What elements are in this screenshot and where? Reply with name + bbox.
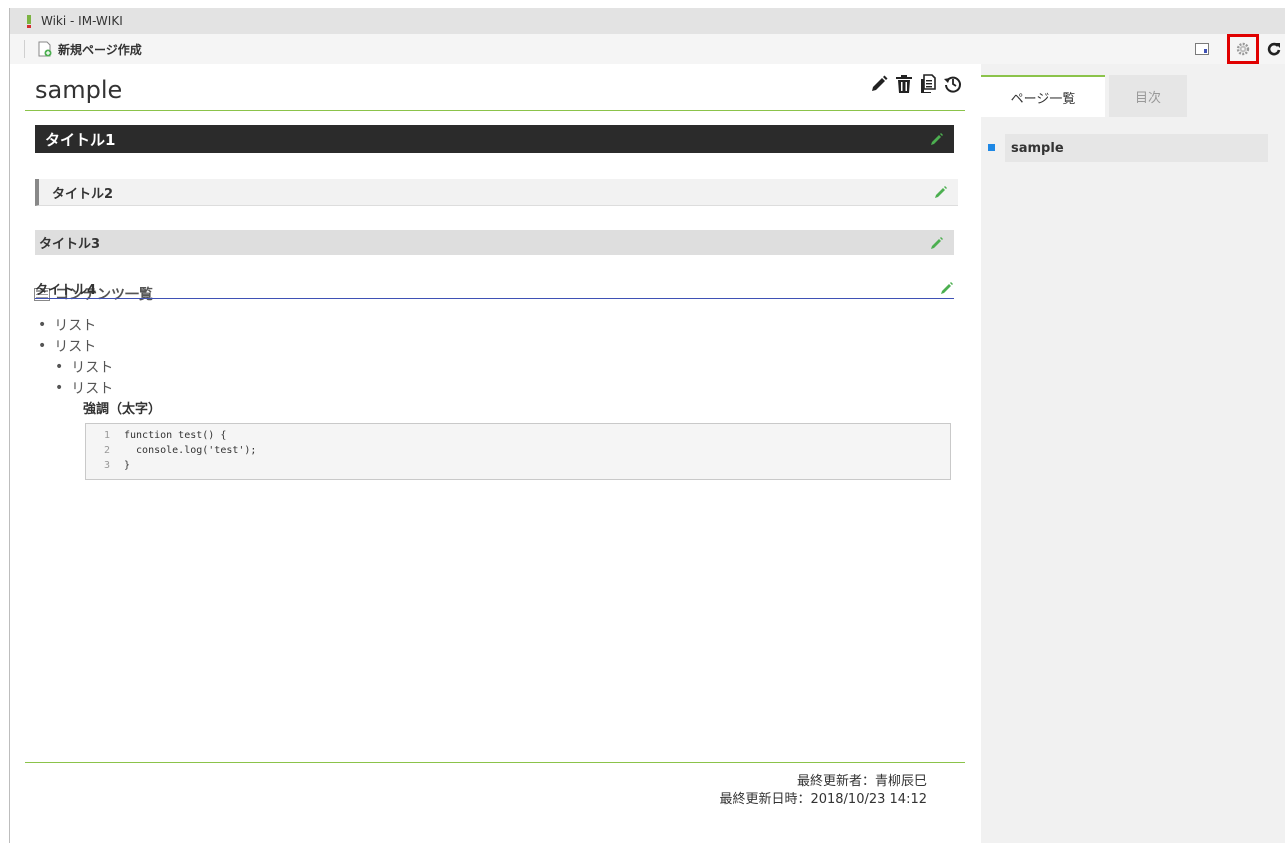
edit-heading-4-button[interactable] [940, 281, 954, 295]
heading-3-text: タイトル3 [39, 237, 101, 252]
trash-icon [896, 75, 912, 93]
window-border [9, 8, 10, 843]
edit-page-button[interactable] [869, 74, 889, 94]
heading-3: タイトル3 [35, 230, 954, 255]
delete-page-button[interactable] [895, 74, 913, 94]
list-item: • リスト [38, 337, 97, 355]
page-header: sample [25, 74, 965, 111]
code-text: } [124, 460, 131, 471]
app-icon [27, 15, 31, 28]
list-item-text: リスト [54, 317, 97, 334]
edit-heading-3-button[interactable] [930, 236, 944, 250]
new-page-icon [38, 41, 52, 57]
heading-2: タイトル2 [35, 179, 958, 206]
new-page-label: 新規ページ作成 [58, 42, 142, 57]
toolbar-right [1195, 34, 1285, 64]
pencil-icon [935, 186, 947, 198]
page-list-item-label: sample [1011, 140, 1064, 156]
window-title: Wiki - IM-WIKI [41, 14, 123, 28]
tab-toc[interactable]: 目次 [1109, 75, 1187, 117]
heading-1-text: タイトル1 [45, 130, 116, 149]
main-content: sample タイトル1 タイトル2 タイトル3 タイトル4 • リスト • リ… [25, 64, 965, 843]
heading-4: タイトル4 [35, 278, 954, 299]
gear-icon [1236, 42, 1250, 56]
panel-toggle-icon [1195, 43, 1209, 55]
toolbar-divider [24, 40, 25, 58]
page-actions [869, 74, 963, 94]
code-text: function test() { [124, 430, 227, 441]
bold-text: 強調（太字） [83, 402, 162, 417]
sidebar-tabs: ページ一覧 目次 [981, 75, 1285, 117]
code-line: 3 } [86, 458, 950, 473]
heading-2-text: タイトル2 [52, 186, 114, 202]
list-item: • リスト [38, 316, 97, 334]
list-item-text: リスト [54, 338, 97, 355]
history-icon [944, 76, 961, 93]
refresh-icon [1267, 42, 1281, 56]
pencil-icon [872, 75, 888, 91]
pencil-icon [941, 282, 953, 294]
toolbar: コンテンツ一覧 新規ページ作成 [10, 34, 1285, 303]
copy-page-button[interactable] [919, 74, 937, 94]
edit-heading-1-button[interactable] [930, 132, 944, 146]
code-block: 1 function test() { 2 console.log('test'… [85, 423, 951, 480]
heading-4-text: タイトル4 [35, 282, 97, 298]
edit-heading-2-button[interactable] [934, 185, 948, 199]
settings-button[interactable] [1227, 34, 1259, 64]
heading-1: タイトル1 [35, 125, 954, 153]
list-item-text: リスト [71, 380, 114, 397]
pencil-icon [931, 236, 943, 249]
pencil-icon [931, 133, 943, 145]
page-bullet-icon [988, 144, 995, 151]
updated-at: 最終更新日時：2018/10/23 14:12 [719, 792, 927, 807]
code-text: console.log('test'); [124, 445, 257, 456]
sidebar: ページ一覧 目次 sample [981, 64, 1285, 843]
list-item-text: リスト [71, 359, 114, 376]
list-item: • リスト [55, 358, 114, 376]
panel-toggle-button[interactable] [1195, 43, 1209, 55]
list-item: • リスト [55, 379, 114, 397]
refresh-button[interactable] [1267, 42, 1281, 56]
new-page-button[interactable]: 新規ページ作成 [37, 41, 142, 58]
title-bar: Wiki - IM-WIKI [10, 8, 1285, 34]
page-list-panel: sample [981, 117, 1285, 843]
bullet-list: • リスト • リスト • リスト • リスト [35, 314, 113, 398]
line-number: 3 [103, 460, 110, 471]
history-button[interactable] [943, 74, 963, 94]
tab-page-list[interactable]: ページ一覧 [981, 75, 1105, 117]
code-line: 2 console.log('test'); [86, 443, 950, 458]
page-title: sample [35, 76, 123, 104]
copy-icon [921, 74, 936, 93]
page-footer: 最終更新者：青柳辰巳 最終更新日時：2018/10/23 14:12 [25, 773, 927, 809]
page-list-item[interactable]: sample [988, 134, 1268, 162]
footer-divider [25, 762, 965, 763]
code-line: 1 function test() { [86, 428, 950, 443]
line-number: 2 [103, 445, 110, 456]
updated-by: 最終更新者：青柳辰巳 [796, 774, 927, 789]
line-number: 1 [103, 430, 110, 441]
